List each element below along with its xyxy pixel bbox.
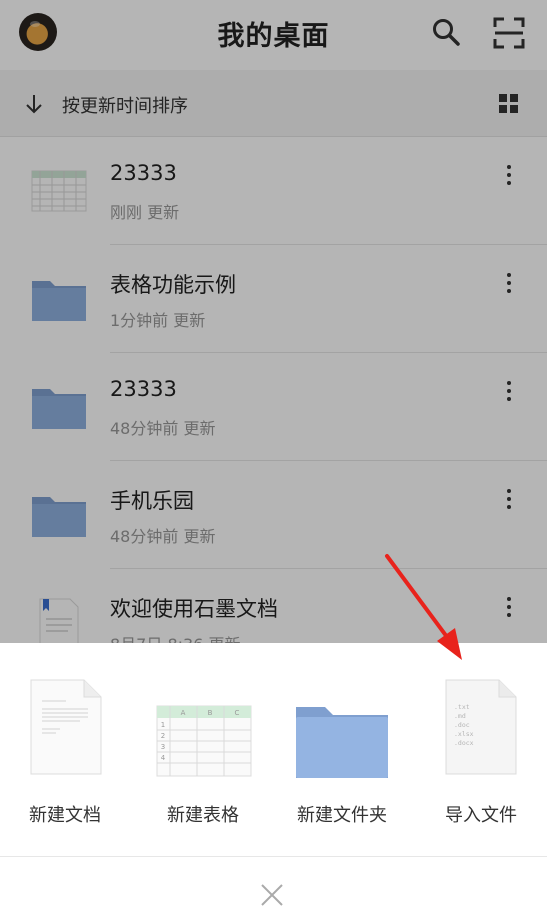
close-icon[interactable] [257,880,287,910]
import-file-icon: .txt .md .doc .xlsx .docx [445,679,517,775]
new-spreadsheet-icon: A B C 1 2 3 4 [156,705,252,777]
column-header: C [235,709,240,717]
new-document-icon [30,679,102,775]
action-label: 新建文件夹 [297,805,387,826]
action-label: 导入文件 [445,805,517,826]
app-screen: 我的桌面 按更新时间排序 23333 刚刚 更新 表格功能示例 1分钟前 更新 … [0,0,547,919]
file-extension: .txt [454,703,470,711]
row-header: 1 [161,721,165,729]
file-extension: .doc [454,721,470,729]
file-extension: .md [454,712,466,720]
action-label: 新建表格 [167,805,239,826]
action-label: 新建文档 [29,805,101,826]
file-extension: .xlsx [454,730,474,738]
column-header: A [181,709,186,717]
new-folder-icon [296,707,388,778]
file-extension: .docx [454,739,474,747]
row-header: 3 [161,743,165,751]
divider [0,856,547,857]
column-header: B [208,709,213,717]
row-header: 2 [161,732,165,740]
import-file-button[interactable]: .txt .md .doc .xlsx .docx 导入文件 [416,643,546,853]
create-bottom-sheet: 新建文档 A B C 1 2 3 4 新建表格 新建文件夹 .txt .md .… [0,643,547,919]
new-document-button[interactable]: 新建文档 [0,643,130,853]
new-spreadsheet-button[interactable]: A B C 1 2 3 4 新建表格 [138,643,268,853]
row-header: 4 [161,754,166,762]
new-folder-button[interactable]: 新建文件夹 [277,643,407,853]
